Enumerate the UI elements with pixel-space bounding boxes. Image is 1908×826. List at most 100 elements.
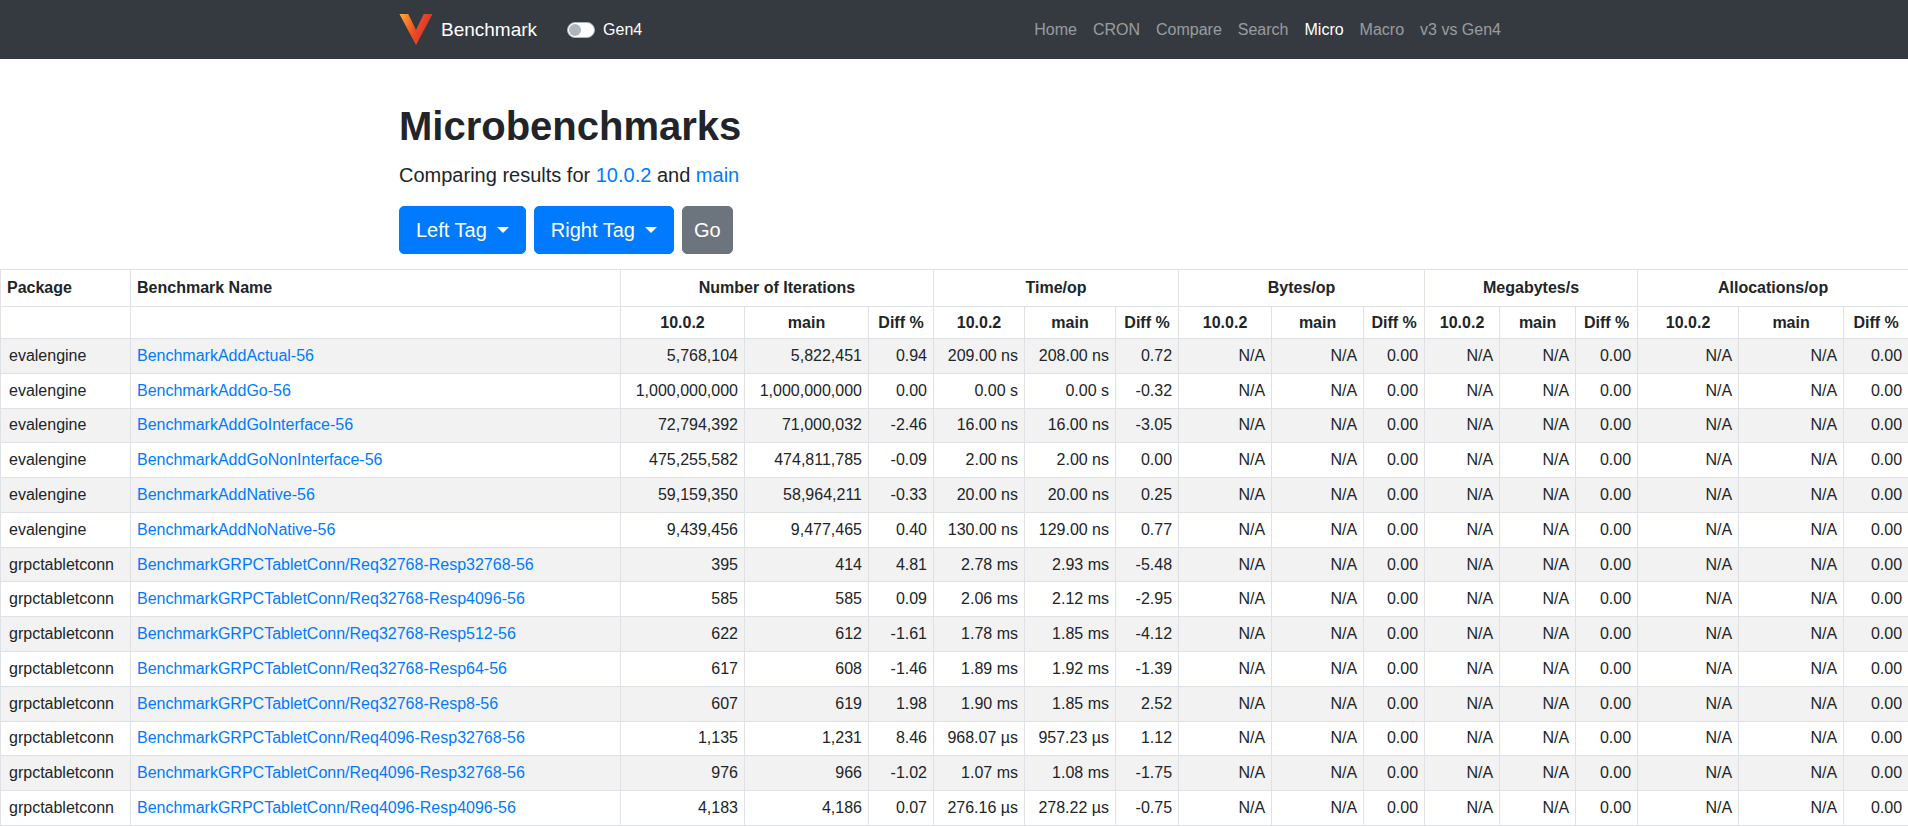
- brand-label: Benchmark: [441, 19, 537, 41]
- table-row: evalengineBenchmarkAddGoInterface-5672,7…: [1, 408, 1908, 443]
- benchmark-link[interactable]: BenchmarkGRPCTabletConn/Req32768-Resp327…: [137, 556, 534, 573]
- nav-link-search[interactable]: Search: [1230, 13, 1297, 47]
- iterations-left-cell: 9,439,456: [621, 512, 745, 547]
- nav-link-home[interactable]: Home: [1026, 13, 1085, 47]
- bytes-right-cell: N/A: [1272, 791, 1364, 826]
- bytes-left-cell: N/A: [1179, 756, 1272, 791]
- allocations-diff-cell: 0.00: [1844, 756, 1908, 791]
- allocations-diff-cell: 0.00: [1844, 791, 1908, 826]
- bytes-left-cell: N/A: [1179, 512, 1272, 547]
- benchmark-link[interactable]: BenchmarkAddNative-56: [137, 486, 315, 503]
- bytes-diff-cell: 0.00: [1364, 721, 1425, 756]
- sub-header-main: main: [1272, 307, 1364, 339]
- bytes-left-cell: N/A: [1179, 791, 1272, 826]
- package-cell: grpctabletconn: [1, 721, 131, 756]
- bytes-diff-cell: 0.00: [1364, 686, 1425, 721]
- bytes-right-cell: N/A: [1272, 547, 1364, 582]
- time-left-cell: 276.16 µs: [934, 791, 1025, 826]
- iterations-diff-cell: -0.33: [869, 478, 934, 513]
- bytes-diff-cell: 0.00: [1364, 652, 1425, 687]
- left-tag-dropdown[interactable]: Left Tag: [399, 206, 526, 254]
- benchmark-name-cell: BenchmarkAddGoNonInterface-56: [131, 443, 621, 478]
- benchmark-link[interactable]: BenchmarkAddGoNonInterface-56: [137, 451, 382, 468]
- bytes-left-cell: N/A: [1179, 478, 1272, 513]
- megabytes-right-cell: N/A: [1500, 686, 1576, 721]
- benchmark-link[interactable]: BenchmarkGRPCTabletConn/Req4096-Resp3276…: [137, 764, 525, 781]
- allocations-left-cell: N/A: [1638, 373, 1739, 408]
- bytes-right-cell: N/A: [1272, 443, 1364, 478]
- package-cell: grpctabletconn: [1, 547, 131, 582]
- megabytes-diff-cell: 0.00: [1576, 791, 1638, 826]
- benchmark-link[interactable]: BenchmarkGRPCTabletConn/Req32768-Resp512…: [137, 625, 516, 642]
- bytes-right-cell: N/A: [1272, 652, 1364, 687]
- allocations-diff-cell: 0.00: [1844, 408, 1908, 443]
- iterations-diff-cell: -0.09: [869, 443, 934, 478]
- allocations-right-cell: N/A: [1739, 512, 1844, 547]
- bytes-right-cell: N/A: [1272, 721, 1364, 756]
- benchmark-link[interactable]: BenchmarkGRPCTabletConn/Req32768-Resp64-…: [137, 660, 507, 677]
- go-button[interactable]: Go: [682, 206, 733, 254]
- iterations-right-cell: 585: [745, 582, 869, 617]
- time-right-cell: 20.00 ns: [1025, 478, 1116, 513]
- nav-link-macro[interactable]: Macro: [1352, 13, 1412, 47]
- nav-link-micro[interactable]: Micro: [1297, 13, 1352, 47]
- benchmark-name-cell: BenchmarkAddActual-56: [131, 339, 621, 374]
- allocations-diff-cell: 0.00: [1844, 547, 1908, 582]
- bytes-diff-cell: 0.00: [1364, 373, 1425, 408]
- time-diff-cell: 0.00: [1116, 443, 1179, 478]
- iterations-diff-cell: 0.94: [869, 339, 934, 374]
- iterations-diff-cell: 1.98: [869, 686, 934, 721]
- benchmark-link[interactable]: BenchmarkAddActual-56: [137, 347, 314, 364]
- nav-link-v3-vs-gen4[interactable]: v3 vs Gen4: [1412, 13, 1509, 47]
- group-header-time-op: Time/op: [934, 270, 1179, 307]
- right-tag-dropdown[interactable]: Right Tag: [534, 206, 674, 254]
- benchmark-table: PackageBenchmark NameNumber of Iteration…: [0, 269, 1908, 826]
- time-diff-cell: -2.95: [1116, 582, 1179, 617]
- left-ref-link[interactable]: 10.0.2: [596, 164, 652, 186]
- bytes-right-cell: N/A: [1272, 756, 1364, 791]
- time-right-cell: 1.85 ms: [1025, 686, 1116, 721]
- benchmark-link[interactable]: BenchmarkAddGoInterface-56: [137, 416, 353, 433]
- bytes-diff-cell: 0.00: [1364, 617, 1425, 652]
- megabytes-right-cell: N/A: [1500, 478, 1576, 513]
- benchmark-link[interactable]: BenchmarkAddGo-56: [137, 382, 291, 399]
- allocations-diff-cell: 0.00: [1844, 721, 1908, 756]
- toggle-label: Gen4: [603, 21, 642, 39]
- megabytes-left-cell: N/A: [1425, 721, 1500, 756]
- benchmark-name-cell: BenchmarkGRPCTabletConn/Req32768-Resp409…: [131, 582, 621, 617]
- time-right-cell: 2.93 ms: [1025, 547, 1116, 582]
- allocations-diff-cell: 0.00: [1844, 339, 1908, 374]
- benchmark-link[interactable]: BenchmarkGRPCTabletConn/Req32768-Resp409…: [137, 590, 525, 607]
- megabytes-left-cell: N/A: [1425, 373, 1500, 408]
- time-left-cell: 2.00 ns: [934, 443, 1025, 478]
- megabytes-left-cell: N/A: [1425, 339, 1500, 374]
- nav-link-compare[interactable]: Compare: [1148, 13, 1230, 47]
- package-cell: evalengine: [1, 373, 131, 408]
- benchmark-link[interactable]: BenchmarkGRPCTabletConn/Req32768-Resp8-5…: [137, 695, 498, 712]
- col-header-benchmark-name: Benchmark Name: [131, 270, 621, 307]
- iterations-diff-cell: -1.02: [869, 756, 934, 791]
- benchmark-link[interactable]: BenchmarkGRPCTabletConn/Req4096-Resp3276…: [137, 729, 525, 746]
- time-right-cell: 129.00 ns: [1025, 512, 1116, 547]
- megabytes-right-cell: N/A: [1500, 512, 1576, 547]
- sub-header-diff-: Diff %: [1844, 307, 1908, 339]
- iterations-right-cell: 966: [745, 756, 869, 791]
- time-right-cell: 1.08 ms: [1025, 756, 1116, 791]
- megabytes-right-cell: N/A: [1500, 756, 1576, 791]
- bytes-diff-cell: 0.00: [1364, 547, 1425, 582]
- gen4-toggle[interactable]: Gen4: [567, 21, 642, 39]
- allocations-right-cell: N/A: [1739, 686, 1844, 721]
- brand-link[interactable]: Benchmark: [399, 14, 537, 45]
- benchmark-link[interactable]: BenchmarkAddNoNative-56: [137, 521, 335, 538]
- benchmark-link[interactable]: BenchmarkGRPCTabletConn/Req4096-Resp4096…: [137, 799, 516, 816]
- megabytes-diff-cell: 0.00: [1576, 339, 1638, 374]
- time-diff-cell: 0.72: [1116, 339, 1179, 374]
- nav-link-cron[interactable]: CRON: [1085, 13, 1148, 47]
- megabytes-left-cell: N/A: [1425, 652, 1500, 687]
- allocations-right-cell: N/A: [1739, 582, 1844, 617]
- bytes-diff-cell: 0.00: [1364, 512, 1425, 547]
- megabytes-diff-cell: 0.00: [1576, 582, 1638, 617]
- iterations-diff-cell: -1.61: [869, 617, 934, 652]
- right-ref-link[interactable]: main: [696, 164, 739, 186]
- table-row: evalengineBenchmarkAddNative-5659,159,35…: [1, 478, 1908, 513]
